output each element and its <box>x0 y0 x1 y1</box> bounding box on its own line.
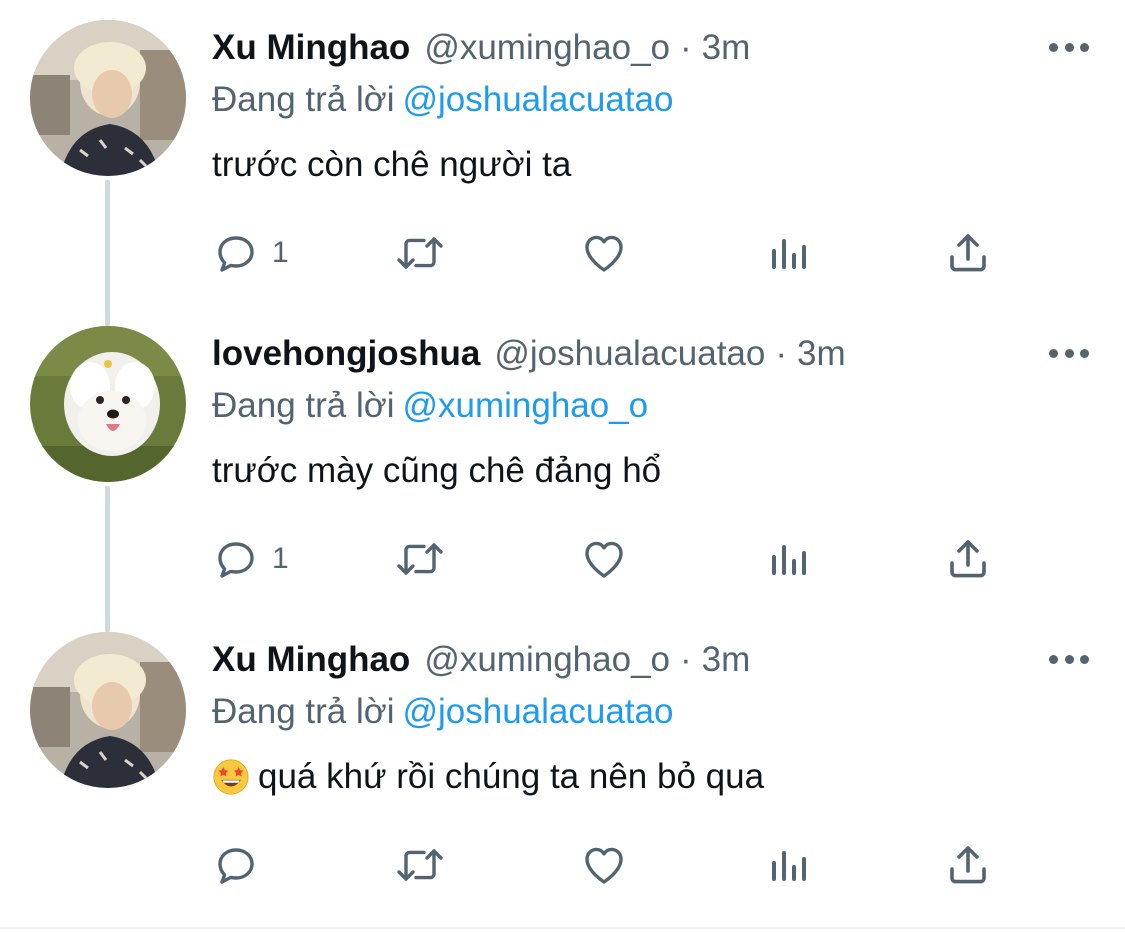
action-bar: 1 <box>212 534 1012 584</box>
like-button[interactable] <box>580 228 628 278</box>
tweet[interactable]: lovehongjoshua @joshualacuatao · 3m Đang… <box>0 306 1125 612</box>
mention-link[interactable]: @joshualacuatao <box>402 80 673 119</box>
timestamp[interactable]: 3m <box>702 640 751 680</box>
star-struck-emoji <box>213 759 249 795</box>
mention-link[interactable]: @xuminghao_o <box>402 386 648 425</box>
avatar[interactable] <box>30 326 186 482</box>
reply-button[interactable] <box>212 840 272 890</box>
divider <box>0 927 1125 929</box>
author-name[interactable]: Xu Minghao <box>212 28 410 68</box>
reply-icon <box>218 848 254 884</box>
reply-button[interactable]: 1 <box>212 534 289 584</box>
tweet-text-content: trước mày cũng chê đảng hổ <box>212 451 662 490</box>
retweet-button[interactable] <box>392 840 448 890</box>
bar-chart-icon <box>772 239 806 269</box>
reply-prefix: Đang trả lời <box>212 692 395 731</box>
author-handle[interactable]: @xuminghao_o <box>424 640 670 680</box>
tweet-text-content: quá khứ rồi chúng ta nên bỏ qua <box>258 757 765 796</box>
retweet-icon <box>397 237 443 269</box>
reply-button[interactable]: 1 <box>212 228 289 278</box>
tweet-text: trước mày cũng chê đảng hổ <box>212 451 661 491</box>
separator-dot: · <box>680 640 692 679</box>
more-icon[interactable] <box>1049 346 1089 360</box>
separator-dot: · <box>775 334 788 373</box>
tweet-text: quá khứ rồi chúng ta nên bỏ qua <box>212 757 764 797</box>
action-bar: 1 <box>212 228 1012 278</box>
author-name[interactable]: lovehongjoshua <box>212 334 480 374</box>
tweet[interactable]: Xu Minghao @xuminghao_o · 3m Đang trả lờ… <box>0 612 1125 918</box>
avatar[interactable] <box>30 632 186 788</box>
author-handle[interactable]: @joshualacuatao <box>494 334 765 374</box>
heart-icon <box>585 847 623 884</box>
like-button[interactable] <box>580 840 628 890</box>
retweet-button[interactable] <box>392 534 448 584</box>
action-bar <box>212 840 1012 890</box>
reply-context: Đang trả lời @joshualacuatao <box>212 692 673 732</box>
share-icon <box>950 846 986 884</box>
reply-context: Đang trả lời @xuminghao_o <box>212 386 648 426</box>
share-icon <box>950 540 986 578</box>
reply-count: 1 <box>272 236 289 269</box>
reply-count: 1 <box>272 542 289 575</box>
share-button[interactable] <box>944 228 992 278</box>
heart-icon <box>585 235 623 272</box>
tweet[interactable]: Xu Minghao @xuminghao_o · 3m Đang trả lờ… <box>0 0 1125 306</box>
more-icon[interactable] <box>1049 40 1089 54</box>
mention-link[interactable]: @joshualacuatao <box>402 692 673 731</box>
share-button[interactable] <box>944 534 992 584</box>
timestamp[interactable]: 3m <box>702 28 751 68</box>
share-button[interactable] <box>944 840 992 890</box>
author-handle[interactable]: @xuminghao_o <box>424 28 670 68</box>
reply-icon <box>218 236 254 272</box>
reply-prefix: Đang trả lời <box>212 386 395 425</box>
retweet-icon <box>397 849 443 881</box>
more-icon[interactable] <box>1049 652 1089 666</box>
like-button[interactable] <box>580 534 628 584</box>
bar-chart-icon <box>772 851 806 881</box>
author-name[interactable]: Xu Minghao <box>212 640 410 680</box>
timestamp[interactable]: 3m <box>797 334 846 374</box>
reply-icon <box>218 542 254 578</box>
bar-chart-icon <box>772 545 806 575</box>
retweet-button[interactable] <box>392 228 448 278</box>
tweet-text-content: trước còn chê người ta <box>212 145 572 184</box>
retweet-icon <box>397 543 443 575</box>
avatar[interactable] <box>30 20 186 176</box>
views-button[interactable] <box>764 534 812 584</box>
reply-prefix: Đang trả lời <box>212 80 395 119</box>
reply-context: Đang trả lời @joshualacuatao <box>212 80 673 120</box>
views-button[interactable] <box>764 840 812 890</box>
share-icon <box>950 234 986 272</box>
tweet-text: trước còn chê người ta <box>212 145 571 185</box>
views-button[interactable] <box>764 228 812 278</box>
heart-icon <box>585 541 623 578</box>
separator-dot: · <box>680 28 692 67</box>
